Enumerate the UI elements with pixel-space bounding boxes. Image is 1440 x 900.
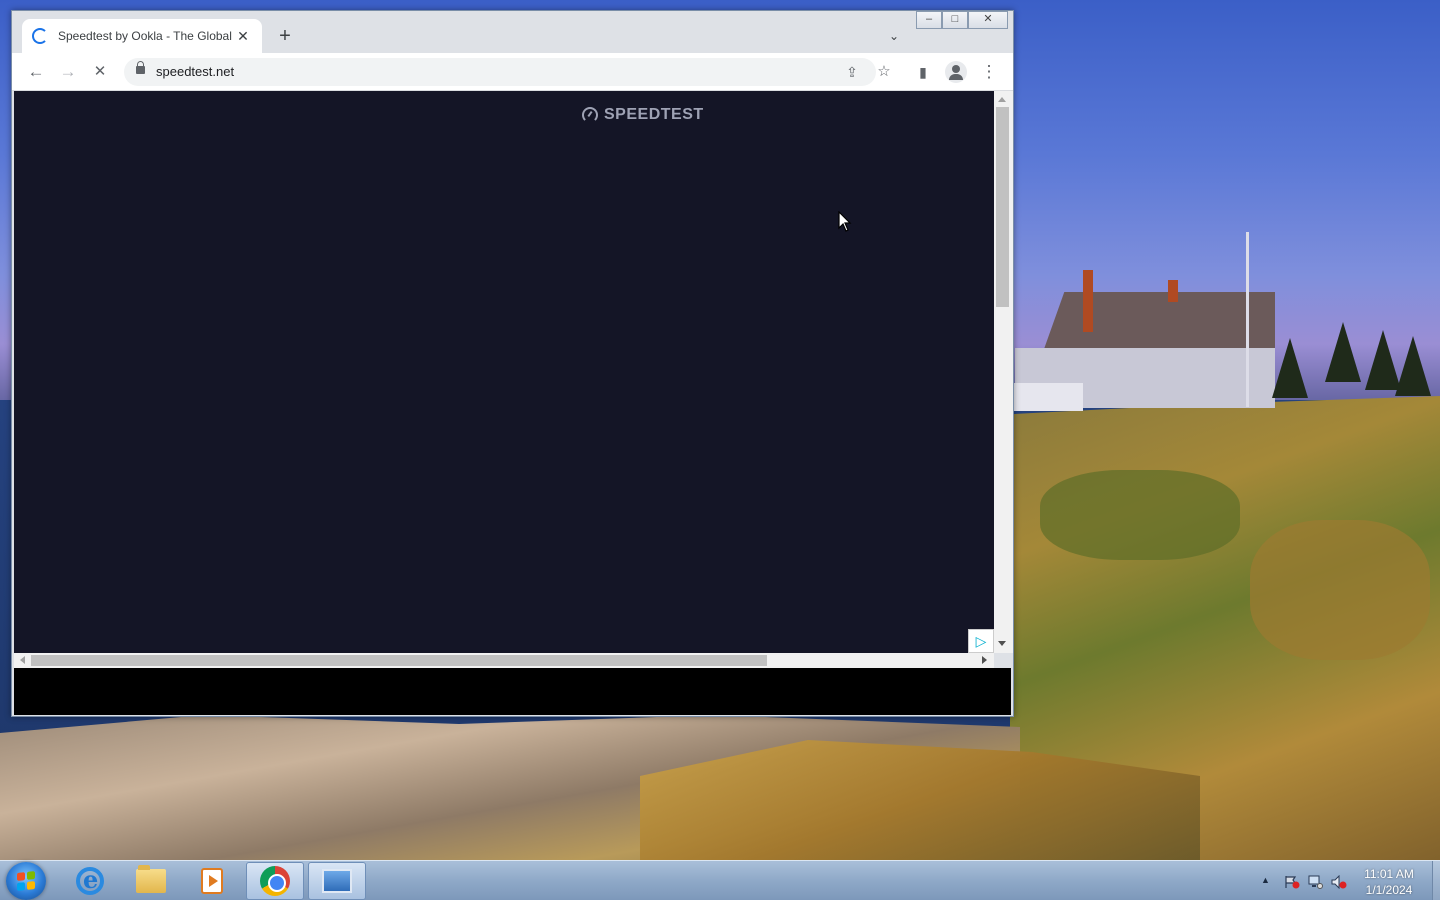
lock-icon[interactable]	[136, 61, 145, 74]
stop-loading-button[interactable]: ✕	[87, 59, 113, 85]
remote-desktop-icon	[322, 869, 352, 893]
profile-avatar-icon[interactable]	[945, 61, 967, 83]
tab-speedtest[interactable]: Speedtest by Ookla - The Global ✕	[22, 19, 262, 53]
ad-choices-icon[interactable]: ▷	[968, 629, 994, 653]
page-bottom-bar	[14, 668, 1011, 715]
wallpaper-tree	[1325, 322, 1361, 382]
bookmark-star-icon[interactable]: ☆	[872, 60, 896, 84]
wallpaper-tree	[1395, 336, 1431, 396]
clock-date: 1/1/2024	[1365, 883, 1413, 897]
tab-close-icon[interactable]: ✕	[234, 28, 252, 45]
wallpaper-house-porch	[1013, 383, 1083, 411]
taskbar-chrome[interactable]	[246, 862, 304, 900]
wallpaper-chimney	[1083, 270, 1093, 332]
clock-time: 11:01 AM	[1364, 867, 1414, 881]
taskbar: ▲ 11:01 AM 1/1/2024	[0, 860, 1440, 900]
maximize-button[interactable]: □	[942, 11, 968, 29]
horizontal-scroll-thumb[interactable]	[31, 655, 767, 666]
tab-search-button[interactable]: ⌄	[882, 24, 906, 48]
show-desktop-button[interactable]	[1432, 861, 1440, 900]
wallpaper-grass	[1040, 470, 1240, 560]
back-button[interactable]: ←	[23, 59, 49, 85]
taskbar-media-player[interactable]	[183, 862, 241, 900]
taskbar-internet-explorer[interactable]	[61, 862, 119, 900]
wallpaper-tree	[1272, 338, 1308, 398]
wallpaper-house-roof	[1042, 292, 1275, 354]
tab-strip: Speedtest by Ookla - The Global ✕ + ⌄ – …	[12, 11, 1013, 53]
forward-button[interactable]: →	[55, 59, 81, 85]
wallpaper-flagpole	[1246, 232, 1249, 407]
new-tab-button[interactable]: +	[272, 23, 298, 49]
speedtest-logo[interactable]: SPEEDTEST	[582, 106, 704, 124]
media-player-icon	[201, 868, 223, 894]
start-button[interactable]	[6, 862, 46, 900]
browser-menu-button[interactable]: ⋮	[976, 59, 1002, 85]
speedometer-icon	[582, 107, 598, 123]
share-icon[interactable]: ⇪	[840, 60, 864, 84]
scroll-down-arrow-icon[interactable]	[998, 641, 1006, 646]
taskbar-file-explorer[interactable]	[122, 862, 180, 900]
browser-toolbar: ← → ✕ speedtest.net ⇪ ☆ ▮ ⋮	[12, 53, 1013, 91]
tab-title: Speedtest by Ookla - The Global	[58, 29, 232, 43]
network-icon[interactable]	[1307, 875, 1323, 892]
volume-muted-icon[interactable]	[1331, 874, 1347, 892]
internet-explorer-icon	[76, 865, 104, 895]
action-center-flag-icon[interactable]	[1284, 875, 1300, 892]
logo-text: SPEEDTEST	[604, 106, 704, 123]
wallpaper-chimney	[1168, 280, 1178, 302]
windows-logo-icon	[17, 871, 35, 891]
scroll-right-arrow-icon[interactable]	[982, 656, 987, 664]
scroll-up-arrow-icon[interactable]	[998, 97, 1006, 102]
wallpaper-grass	[1250, 520, 1430, 660]
close-window-button[interactable]: ✕	[968, 11, 1008, 29]
chrome-icon	[260, 866, 290, 896]
scroll-left-arrow-icon[interactable]	[20, 656, 25, 664]
loading-spinner-icon	[32, 28, 48, 44]
folder-icon	[136, 865, 166, 893]
address-bar[interactable]: speedtest.net ⇪ ☆	[124, 58, 891, 86]
url-text[interactable]: speedtest.net	[156, 64, 234, 79]
vertical-scroll-thumb[interactable]	[996, 107, 1009, 307]
show-hidden-icons-arrow-icon[interactable]: ▲	[1261, 875, 1270, 885]
taskbar-remote-desktop[interactable]	[308, 862, 366, 900]
browser-window: Speedtest by Ookla - The Global ✕ + ⌄ – …	[11, 10, 1014, 717]
vertical-scrollbar[interactable]	[994, 91, 1013, 653]
page-viewport: SPEEDTEST ▷	[14, 91, 994, 653]
side-panel-button[interactable]: ▮	[910, 59, 936, 85]
minimize-button[interactable]: –	[916, 11, 942, 29]
system-clock[interactable]: 11:01 AM 1/1/2024	[1352, 866, 1426, 898]
horizontal-scrollbar[interactable]	[14, 653, 994, 668]
